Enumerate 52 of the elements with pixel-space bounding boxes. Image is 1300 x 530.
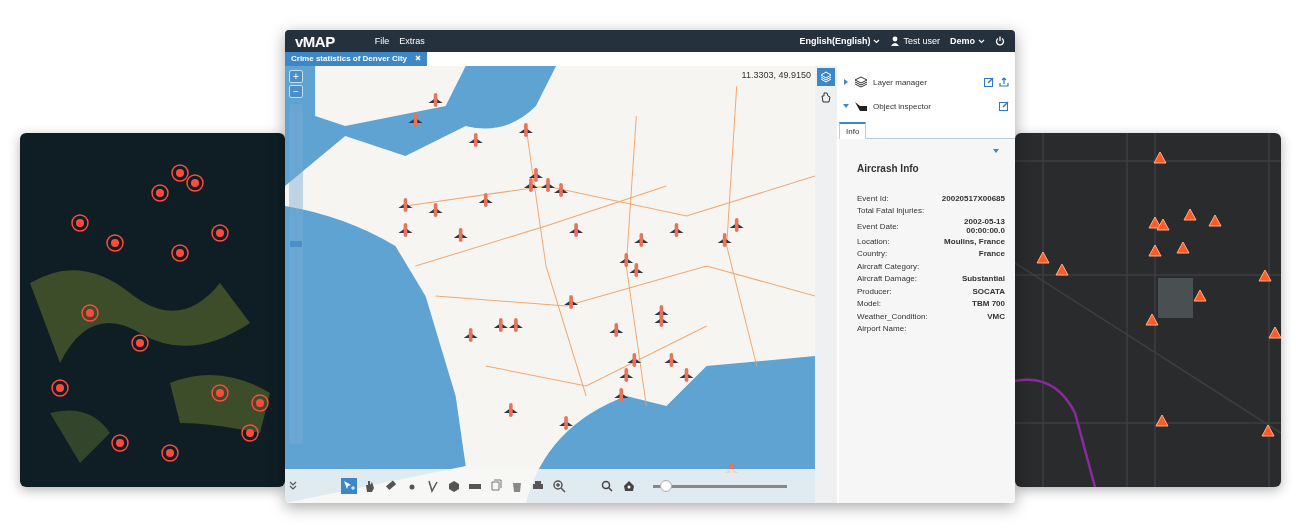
document-tab[interactable]: Crime statistics of Denver City bbox=[285, 52, 428, 66]
field-value: VMC bbox=[986, 311, 1005, 321]
collapse-icon[interactable] bbox=[289, 481, 297, 491]
menu-item[interactable]: Extras bbox=[399, 36, 425, 46]
close-icon[interactable] bbox=[415, 55, 422, 61]
field-label: Model: bbox=[857, 299, 881, 309]
power-icon[interactable] bbox=[995, 36, 1005, 46]
upload-icon[interactable] bbox=[999, 77, 1009, 87]
dropdown-caret-icon[interactable] bbox=[993, 149, 999, 153]
language-dropdown[interactable]: English(English) bbox=[799, 36, 881, 46]
field-value: 20020517X00685 bbox=[940, 193, 1005, 203]
field-label: Airport Name: bbox=[857, 324, 907, 334]
field-value: SOCATA bbox=[971, 286, 1005, 296]
field-label: Location: bbox=[857, 236, 890, 246]
field-label: Total Fatal Injuries: bbox=[857, 206, 925, 216]
field-label: Aircraft Category: bbox=[857, 261, 920, 271]
user-icon bbox=[890, 36, 901, 46]
expand-caret-icon[interactable] bbox=[843, 79, 849, 85]
field-label: Producer: bbox=[857, 286, 892, 296]
field-label: Country: bbox=[857, 249, 888, 259]
info-tab[interactable]: Info bbox=[839, 122, 867, 139]
field-value: Substantial bbox=[960, 274, 1005, 284]
panel-title[interactable]: Object inspector bbox=[873, 101, 931, 111]
chevron-down-icon bbox=[873, 39, 881, 45]
line-icon[interactable] bbox=[425, 478, 441, 494]
hexagon-icon[interactable] bbox=[446, 478, 462, 494]
field-value: TBM 700 bbox=[971, 299, 1005, 309]
menu-item[interactable]: File bbox=[374, 36, 390, 46]
info-title: Aircrash Info bbox=[857, 163, 919, 174]
edit-icon[interactable] bbox=[999, 101, 1009, 111]
zoom-in-icon[interactable] bbox=[551, 478, 567, 494]
select-icon[interactable] bbox=[341, 478, 357, 494]
field-value: France bbox=[977, 249, 1005, 259]
field-label: Weather_Condition: bbox=[857, 311, 928, 321]
search-icon[interactable] bbox=[601, 480, 613, 492]
field-label: Event Id: bbox=[857, 193, 889, 203]
field-label: Event Date: bbox=[857, 221, 899, 231]
layers-icon bbox=[854, 76, 868, 88]
panel-title[interactable]: Layer manager bbox=[873, 77, 927, 87]
home-icon[interactable] bbox=[623, 480, 635, 492]
user-name[interactable]: Test user bbox=[903, 36, 940, 46]
project-dropdown[interactable]: Demo bbox=[950, 36, 985, 46]
chevron-down-icon bbox=[978, 39, 985, 45]
app-logo: vMAP bbox=[295, 32, 335, 50]
cursor-coordinates: 11.3303, 49.9150 bbox=[741, 70, 811, 80]
layers-icon[interactable] bbox=[817, 68, 835, 86]
pointer-icon bbox=[854, 100, 868, 112]
field-value: Moulins, France bbox=[943, 236, 1005, 246]
edit-icon[interactable] bbox=[984, 77, 994, 87]
field-label: Aircraft Damage: bbox=[857, 274, 918, 284]
field-value: 2002-05-13 00:00:00.0 bbox=[963, 217, 1005, 235]
expand-caret-icon[interactable] bbox=[843, 103, 849, 109]
